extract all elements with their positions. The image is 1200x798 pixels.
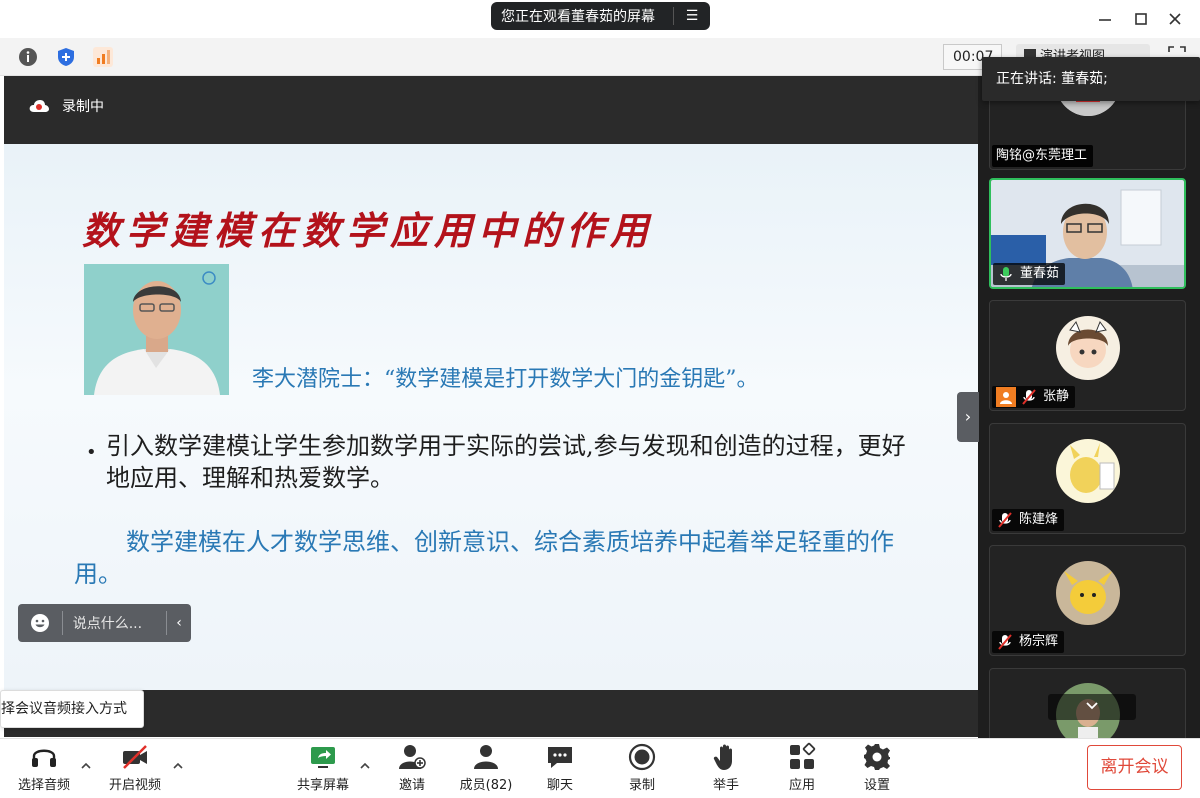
invite-button[interactable]: 邀请 <box>390 742 434 794</box>
raise-hand-button[interactable]: 举手 <box>706 742 746 794</box>
chevron-up-icon[interactable] <box>80 760 92 772</box>
participant-name: 陈建烽 <box>1019 512 1059 527</box>
speaker-portrait <box>84 264 229 395</box>
chevron-up-icon[interactable] <box>172 760 184 772</box>
share-screen-icon <box>311 747 335 768</box>
minimize-icon[interactable] <box>1094 8 1116 30</box>
raise-hand-icon <box>713 744 732 770</box>
participant-tile[interactable]: 张静 <box>989 300 1186 411</box>
maximize-icon[interactable] <box>1130 8 1152 30</box>
participant-tile-active[interactable]: 董春茹 <box>989 178 1186 289</box>
chat-bubble-icon <box>548 747 572 768</box>
user-icon <box>996 387 1016 407</box>
leave-meeting-button[interactable]: 离开会议 <box>1087 745 1182 790</box>
avatar <box>1056 316 1120 380</box>
avatar <box>1056 439 1120 503</box>
audio-button[interactable]: 选择音频 <box>16 742 72 794</box>
chat-label: 聊天 <box>546 778 573 793</box>
share-screen-label: 共享屏幕 <box>296 778 349 793</box>
video-label: 开启视频 <box>108 778 161 793</box>
chat-button[interactable]: 聊天 <box>540 742 580 794</box>
participant-name-tag: 杨宗辉 <box>992 631 1065 653</box>
avatar <box>1056 561 1120 625</box>
network-signal-icon[interactable] <box>92 46 114 68</box>
security-shield-icon[interactable] <box>55 46 77 68</box>
emoji-icon[interactable] <box>18 612 62 634</box>
sharing-status-text: 您正在观看董春茹的屏幕 <box>501 9 655 25</box>
record-label: 录制 <box>628 778 655 793</box>
apps-button[interactable]: 应用 <box>782 742 822 794</box>
audio-tooltip: 选择会议音频接入方式 <box>0 690 144 728</box>
record-button[interactable]: 录制 <box>622 742 662 794</box>
invite-label: 邀请 <box>398 778 425 793</box>
active-speaker-banner: 正在讲话: 董春茹; <box>982 57 1200 101</box>
microphone-muted-icon <box>1022 389 1036 405</box>
apps-grid-icon <box>790 742 816 769</box>
view-options-icon[interactable]: ☰ <box>674 8 710 24</box>
cloud-record-icon <box>29 100 49 112</box>
quick-chat-bar[interactable]: 说点什么... ‹ <box>18 604 191 642</box>
participant-name: 张静 <box>1043 389 1070 404</box>
participant-tile[interactable]: 杨宗辉 <box>989 545 1186 656</box>
microphone-muted-icon <box>998 512 1012 528</box>
members-label: 成员(82) <box>459 778 513 793</box>
recording-indicator: 录制中 <box>28 96 104 116</box>
participant-name-tag: 张静 <box>992 386 1076 408</box>
shared-screen-footer <box>4 690 978 737</box>
meeting-info-icon[interactable] <box>17 46 39 68</box>
chevron-up-icon[interactable] <box>359 760 371 772</box>
scroll-down-chevron-icon[interactable] <box>1048 694 1136 720</box>
recording-label: 录制中 <box>62 99 104 115</box>
bullet-point-icon: • <box>86 442 97 463</box>
chat-input-placeholder[interactable]: 说点什么... <box>63 613 166 633</box>
gear-icon <box>864 744 890 770</box>
microphone-muted-icon <box>998 634 1012 650</box>
add-user-icon <box>399 745 426 769</box>
headset-icon <box>32 749 56 767</box>
apps-label: 应用 <box>788 778 815 793</box>
chevron-left-icon[interactable]: ‹ <box>167 615 191 631</box>
participant-name: 陶铭@东莞理工 <box>996 148 1088 163</box>
settings-label: 设置 <box>863 778 890 793</box>
participant-name: 杨宗辉 <box>1019 634 1059 649</box>
members-icon <box>474 745 498 769</box>
participant-name: 董春茹 <box>1020 266 1060 281</box>
video-button[interactable]: 开启视频 <box>106 742 164 794</box>
slide-paragraph: 数学建模在人才数学思维、创新意识、综合素质培养中起着举足轻重的作用。 <box>74 528 894 588</box>
slide-title: 数学建模在数学应用中的作用 <box>82 208 655 253</box>
sharing-status-pill[interactable]: 您正在观看董春茹的屏幕 ☰ <box>491 2 710 30</box>
slide-bullet-text: 引入数学建模让学生参加数学用于实际的尝试,参与发现和创造的过程，更好地应用、理解… <box>106 432 906 492</box>
participant-tile[interactable]: 陈建烽 <box>989 423 1186 534</box>
shared-screen-header <box>4 76 978 144</box>
record-icon <box>628 743 656 771</box>
raise-hand-label: 举手 <box>712 778 739 793</box>
settings-button[interactable]: 设置 <box>857 742 897 794</box>
participant-name-tag: 陈建烽 <box>992 509 1065 531</box>
members-button[interactable]: 成员(82) <box>457 742 515 794</box>
participant-name-tag: 陶铭@东莞理工 <box>992 145 1094 167</box>
audio-label: 选择音频 <box>17 778 70 793</box>
close-icon[interactable] <box>1164 8 1186 30</box>
microphone-active-icon <box>1000 267 1012 281</box>
slide-quote: 李大潜院士：“数学建模是打开数学大门的金钥匙”。 <box>252 367 759 392</box>
share-screen-button[interactable]: 共享屏幕 <box>294 742 352 794</box>
video-off-icon <box>123 745 147 769</box>
collapse-panel-chevron-icon[interactable]: › <box>957 392 979 442</box>
participant-name-tag: 董春茹 <box>993 263 1066 285</box>
